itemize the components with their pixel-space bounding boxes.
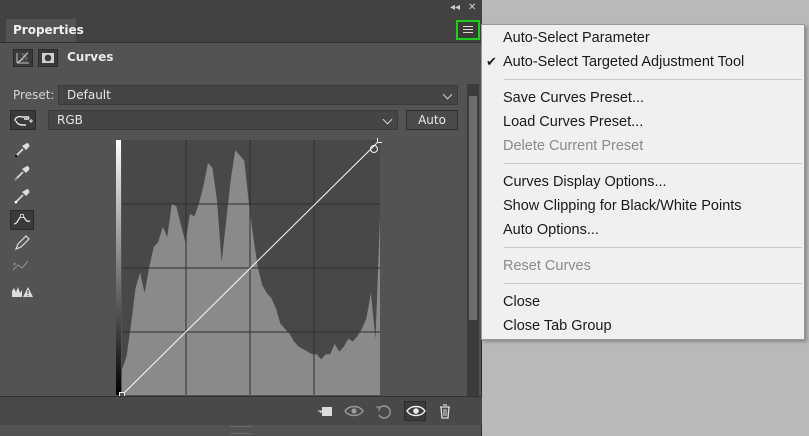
chevron-down-icon: [442, 89, 453, 100]
targeted-adjustment-hand-icon[interactable]: [10, 110, 36, 130]
sample-gray-point-eyedropper-icon[interactable]: [10, 163, 34, 183]
scrollbar-thumb[interactable]: [469, 96, 477, 320]
menu-separator: [504, 283, 802, 284]
menu-separator: [504, 163, 802, 164]
sample-white-point-eyedropper-icon[interactable]: [10, 186, 34, 206]
panel-menu-button[interactable]: [456, 20, 480, 40]
menu-item-curves-display-options[interactable]: Curves Display Options...: [503, 174, 667, 190]
menu-item-load-curves-preset[interactable]: Load Curves Preset...: [503, 114, 643, 130]
panel-bottom-toolbar: [0, 396, 482, 425]
preset-value: Default: [67, 88, 111, 102]
close-panel-icon[interactable]: ✕: [468, 2, 476, 14]
menu-item-reset-curves: Reset Curves: [503, 258, 591, 274]
check-icon: ✔: [486, 55, 497, 70]
adjustment-header: Curves: [0, 46, 466, 72]
menu-separator: [504, 247, 802, 248]
curves-graph[interactable]: [116, 137, 383, 398]
menu-item-delete-current-preset: Delete Current Preset: [503, 138, 644, 154]
menu-item-auto-options[interactable]: Auto Options...: [503, 222, 599, 238]
panel-tab-bar: Properties: [0, 16, 482, 43]
white-point-handle[interactable]: [377, 137, 383, 143]
menu-item-show-clipping[interactable]: Show Clipping for Black/White Points: [503, 198, 742, 214]
view-previous-state-icon[interactable]: [343, 401, 365, 421]
panel-title-strip: ◂◂ ✕: [0, 0, 482, 16]
clipping-warning-icon[interactable]: [10, 282, 34, 302]
smooth-curve-icon[interactable]: [10, 256, 34, 276]
properties-panel: ◂◂ ✕ Properties Curves Preset: Default R…: [0, 0, 482, 436]
output-gradient-bar: [116, 140, 121, 395]
menu-item-save-curves-preset[interactable]: Save Curves Preset...: [503, 90, 644, 106]
reset-icon[interactable]: [373, 401, 395, 421]
adjustment-title: Curves: [67, 50, 114, 64]
sample-black-point-eyedropper-icon[interactable]: [10, 140, 34, 160]
menu-item-close-tab-group[interactable]: Close Tab Group: [503, 318, 612, 334]
draw-pencil-icon[interactable]: [10, 233, 34, 253]
channel-dropdown[interactable]: RGB: [48, 110, 398, 130]
panel-resize-grip[interactable]: [230, 426, 252, 434]
panel-flyout-menu: Auto-Select Parameter ✔ Auto-Select Targ…: [481, 24, 805, 340]
menu-separator: [504, 79, 802, 80]
menu-item-close[interactable]: Close: [503, 294, 540, 310]
menu-item-auto-select-parameter[interactable]: Auto-Select Parameter: [503, 30, 650, 46]
clip-to-layer-icon[interactable]: [314, 401, 336, 421]
preset-label: Preset:: [13, 88, 55, 102]
menu-item-auto-select-targeted-adjustment-tool[interactable]: Auto-Select Targeted Adjustment Tool: [503, 54, 744, 70]
collapse-panel-icon[interactable]: ◂◂: [450, 2, 460, 14]
curves-adjustment-icon[interactable]: [13, 49, 33, 67]
auto-button[interactable]: Auto: [406, 110, 458, 130]
edit-points-curve-icon[interactable]: [10, 210, 34, 230]
layer-mask-icon[interactable]: [38, 49, 58, 67]
chevron-down-icon: [382, 114, 393, 125]
preset-dropdown[interactable]: Default: [58, 85, 458, 105]
toggle-visibility-icon[interactable]: [404, 401, 426, 421]
channel-value: RGB: [57, 113, 83, 127]
delete-icon[interactable]: [434, 401, 456, 421]
tab-properties[interactable]: Properties: [6, 19, 84, 42]
